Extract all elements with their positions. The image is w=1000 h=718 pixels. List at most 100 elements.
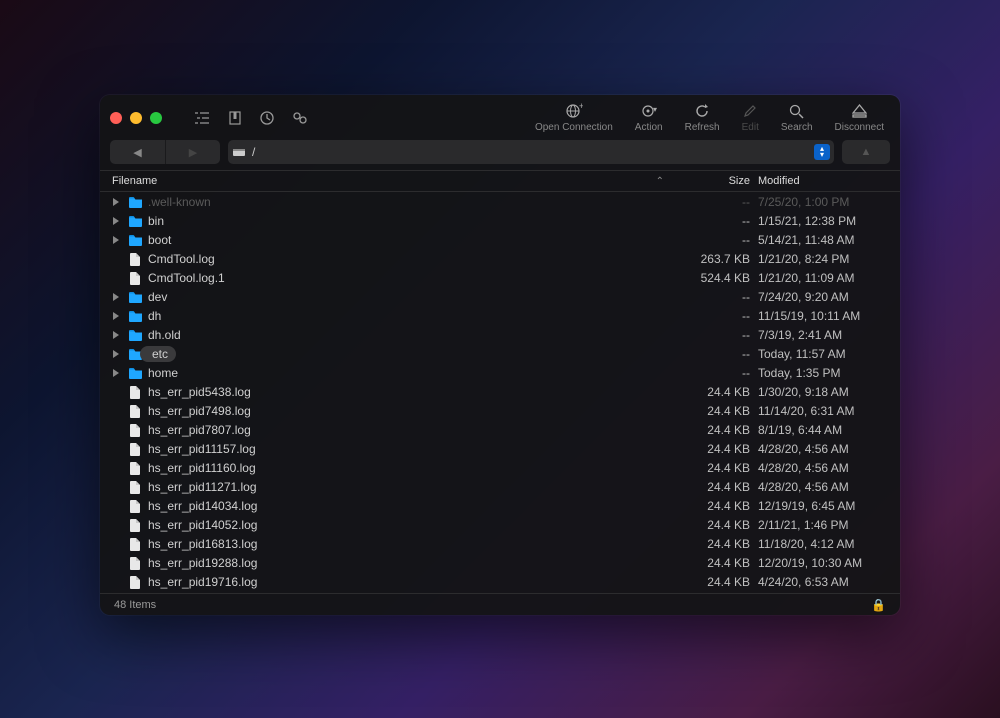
nav-buttons: ◀ ▶ — [110, 140, 220, 164]
table-row[interactable]: boot--5/14/21, 11:48 AM — [100, 230, 900, 249]
sort-indicator-icon: ⌃ — [656, 176, 664, 187]
close-window-button[interactable] — [110, 112, 122, 124]
file-modified: 8/1/19, 6:44 AM — [758, 423, 888, 437]
open-connection-button[interactable]: + Open Connection — [529, 102, 619, 133]
file-size: -- — [682, 214, 758, 228]
disclosure-triangle-icon[interactable] — [112, 198, 126, 206]
table-row[interactable]: etc--Today, 11:57 AM — [100, 344, 900, 363]
path-selector[interactable]: / ▴▾ — [228, 140, 834, 164]
file-icon — [126, 518, 144, 532]
outline-view-icon[interactable] — [194, 111, 210, 125]
disclosure-triangle-icon[interactable] — [112, 236, 126, 244]
file-icon — [126, 423, 144, 437]
file-name: hs_err_pid14034.log — [144, 499, 682, 513]
svg-text:+: + — [579, 102, 583, 111]
file-name: hs_err_pid7807.log — [144, 423, 682, 437]
up-button[interactable]: ▲ — [842, 140, 890, 164]
disclosure-triangle-icon[interactable] — [112, 331, 126, 339]
action-button[interactable]: ▾ Action — [629, 102, 669, 133]
file-size: 24.4 KB — [682, 556, 758, 570]
globe-icon: + — [565, 102, 583, 120]
table-row[interactable]: hs_err_pid11157.log24.4 KB4/28/20, 4:56 … — [100, 439, 900, 458]
folder-icon — [126, 234, 144, 246]
column-headers: Filename ⌃ Size Modified — [100, 170, 900, 192]
file-modified: 1/21/20, 11:09 AM — [758, 271, 888, 285]
file-icon — [126, 461, 144, 475]
table-row[interactable]: hs_err_pid7498.log24.4 KB11/14/20, 6:31 … — [100, 401, 900, 420]
nav-back-button[interactable]: ◀ — [110, 140, 165, 164]
file-modified: 4/28/20, 4:56 AM — [758, 461, 888, 475]
file-icon — [126, 499, 144, 513]
edit-label: Edit — [742, 122, 759, 133]
disclosure-triangle-icon[interactable] — [112, 217, 126, 225]
file-size: 24.4 KB — [682, 537, 758, 551]
eject-icon — [852, 102, 867, 120]
column-header-size[interactable]: Size — [682, 175, 758, 187]
bookmarks-icon[interactable] — [228, 111, 242, 125]
file-name: hs_err_pid5438.log — [144, 385, 682, 399]
table-row[interactable]: dh.old--7/3/19, 2:41 AM — [100, 325, 900, 344]
table-row[interactable]: hs_err_pid16813.log24.4 KB11/18/20, 4:12… — [100, 534, 900, 553]
file-icon — [126, 537, 144, 551]
disclosure-triangle-icon[interactable] — [112, 369, 126, 377]
folder-icon — [126, 310, 144, 322]
column-header-filename[interactable]: Filename ⌃ — [112, 175, 682, 187]
table-row[interactable]: hs_err_pid19288.log24.4 KB12/20/19, 10:3… — [100, 553, 900, 572]
minimize-window-button[interactable] — [130, 112, 142, 124]
status-bar: 48 Items 🔒 — [100, 593, 900, 615]
file-size: -- — [682, 233, 758, 247]
disconnect-button[interactable]: Disconnect — [829, 102, 890, 133]
zoom-window-button[interactable] — [150, 112, 162, 124]
file-name: .well-known — [144, 195, 682, 209]
transfers-icon[interactable] — [292, 111, 308, 125]
file-modified: 1/30/20, 9:18 AM — [758, 385, 888, 399]
table-row[interactable]: hs_err_pid7807.log24.4 KB8/1/19, 6:44 AM — [100, 420, 900, 439]
table-row[interactable]: hs_err_pid11271.log24.4 KB4/28/20, 4:56 … — [100, 477, 900, 496]
table-row[interactable]: hs_err_pid5438.log24.4 KB1/30/20, 9:18 A… — [100, 382, 900, 401]
refresh-button[interactable]: Refresh — [679, 102, 726, 133]
table-row[interactable]: hs_err_pid11160.log24.4 KB4/28/20, 4:56 … — [100, 458, 900, 477]
table-row[interactable]: hs_err_pid14052.log24.4 KB2/11/21, 1:46 … — [100, 515, 900, 534]
table-row[interactable]: CmdTool.log.1524.4 KB1/21/20, 11:09 AM — [100, 268, 900, 287]
file-icon — [126, 252, 144, 266]
table-row[interactable]: hs_err_pid14034.log24.4 KB12/19/19, 6:45… — [100, 496, 900, 515]
file-icon — [126, 480, 144, 494]
file-icon — [126, 404, 144, 418]
folder-icon — [126, 215, 144, 227]
file-size: 263.7 KB — [682, 252, 758, 266]
disclosure-triangle-icon[interactable] — [112, 350, 126, 358]
file-name: hs_err_pid11160.log — [144, 461, 682, 475]
toolbar-actions: + Open Connection ▾ Action Refresh Edit … — [529, 102, 890, 133]
file-name: CmdTool.log.1 — [144, 271, 682, 285]
refresh-label: Refresh — [685, 122, 720, 133]
search-button[interactable]: Search — [775, 102, 819, 133]
file-modified: 2/11/21, 1:46 PM — [758, 518, 888, 532]
file-name: CmdTool.log — [144, 252, 682, 266]
file-name: hs_err_pid11157.log — [144, 442, 682, 456]
table-row[interactable]: dh--11/15/19, 10:11 AM — [100, 306, 900, 325]
path-stepper-icon[interactable]: ▴▾ — [814, 144, 830, 160]
table-row[interactable]: hs_err_pid19716.log24.4 KB4/24/20, 6:53 … — [100, 572, 900, 591]
file-name: dev — [144, 290, 682, 304]
table-row[interactable]: dev--7/24/20, 9:20 AM — [100, 287, 900, 306]
file-name: dh — [144, 309, 682, 323]
item-count: 48 Items — [114, 599, 156, 611]
file-size: 24.4 KB — [682, 461, 758, 475]
table-row[interactable]: CmdTool.log263.7 KB1/21/20, 8:24 PM — [100, 249, 900, 268]
gear-icon: ▾ — [641, 102, 657, 120]
column-header-modified[interactable]: Modified — [758, 175, 888, 187]
file-size: -- — [682, 309, 758, 323]
disclosure-triangle-icon[interactable] — [112, 293, 126, 301]
file-size: 24.4 KB — [682, 480, 758, 494]
table-row[interactable]: bin--1/15/21, 12:38 PM — [100, 211, 900, 230]
disclosure-triangle-icon[interactable] — [112, 312, 126, 320]
file-modified: 4/24/20, 6:53 AM — [758, 575, 888, 589]
nav-forward-button[interactable]: ▶ — [165, 140, 220, 164]
table-row[interactable]: home--Today, 1:35 PM — [100, 363, 900, 382]
file-size: -- — [682, 366, 758, 380]
history-icon[interactable] — [260, 111, 274, 125]
file-modified: 11/15/19, 10:11 AM — [758, 309, 888, 323]
table-row[interactable]: .well-known--7/25/20, 1:00 PM — [100, 192, 900, 211]
nav-row: ◀ ▶ / ▴▾ ▲ — [100, 140, 900, 170]
file-name: hs_err_pid19716.log — [144, 575, 682, 589]
